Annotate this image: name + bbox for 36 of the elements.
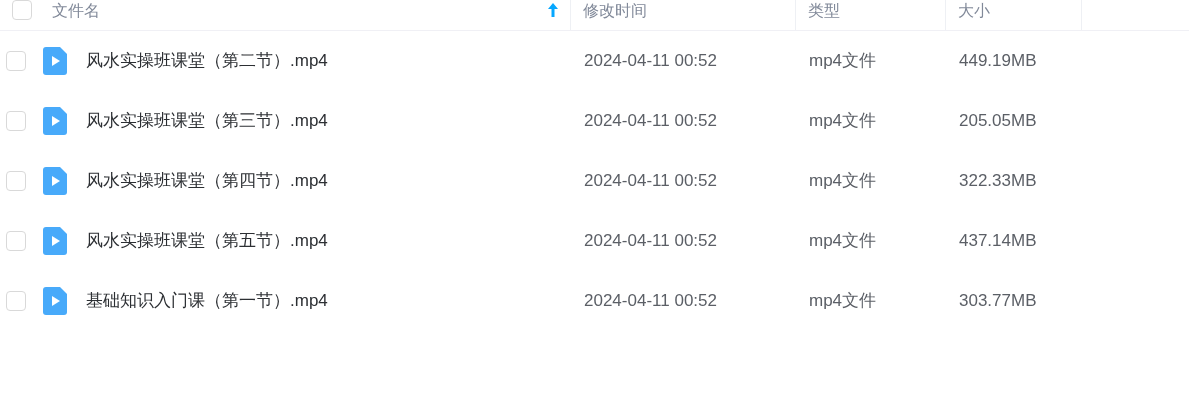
file-size: 437.14MB bbox=[958, 230, 1038, 253]
checkbox[interactable] bbox=[12, 0, 32, 20]
file-type: mp4文件 bbox=[808, 290, 878, 313]
file-size: 322.33MB bbox=[958, 170, 1038, 193]
file-name[interactable]: 风水实操班课堂（第五节）.mp4 bbox=[86, 228, 328, 254]
file-size: 303.77MB bbox=[958, 290, 1038, 313]
video-file-icon bbox=[43, 167, 67, 195]
checkbox[interactable] bbox=[6, 291, 26, 311]
column-header[interactable]: 修改时间 bbox=[571, 0, 796, 30]
modified-time: 2024-04-11 00:52 bbox=[583, 110, 718, 133]
arrow-up-icon bbox=[548, 3, 558, 17]
file-name[interactable]: 基础知识入门课（第一节）.mp4 bbox=[86, 288, 328, 314]
checkbox[interactable] bbox=[6, 231, 26, 251]
checkbox[interactable] bbox=[6, 51, 26, 71]
file-size: 449.19MB bbox=[958, 50, 1038, 73]
modified-time: 2024-04-11 00:52 bbox=[583, 50, 718, 73]
modified-time: 2024-04-11 00:52 bbox=[583, 170, 718, 193]
file-size: 205.05MB bbox=[958, 110, 1038, 133]
file-type: mp4文件 bbox=[808, 230, 878, 253]
video-file-icon bbox=[43, 227, 67, 255]
video-file-icon bbox=[43, 287, 67, 315]
file-name[interactable]: 风水实操班课堂（第二节）.mp4 bbox=[86, 48, 328, 74]
checkbox[interactable] bbox=[6, 171, 26, 191]
file-type: mp4文件 bbox=[808, 170, 878, 193]
file-type: mp4文件 bbox=[808, 110, 878, 133]
modified-time: 2024-04-11 00:52 bbox=[583, 290, 718, 313]
modified-time: 2024-04-11 00:52 bbox=[583, 230, 718, 253]
column-header[interactable]: 类型 bbox=[796, 0, 946, 30]
file-name[interactable]: 风水实操班课堂（第四节）.mp4 bbox=[86, 168, 328, 194]
column-header[interactable]: 文件名 bbox=[40, 0, 571, 30]
column-header[interactable]: 大小 bbox=[946, 0, 1082, 30]
video-file-icon bbox=[43, 47, 67, 75]
file-type: mp4文件 bbox=[808, 50, 878, 73]
file-name[interactable]: 风水实操班课堂（第三节）.mp4 bbox=[86, 108, 328, 134]
checkbox[interactable] bbox=[6, 111, 26, 131]
video-file-icon bbox=[43, 107, 67, 135]
